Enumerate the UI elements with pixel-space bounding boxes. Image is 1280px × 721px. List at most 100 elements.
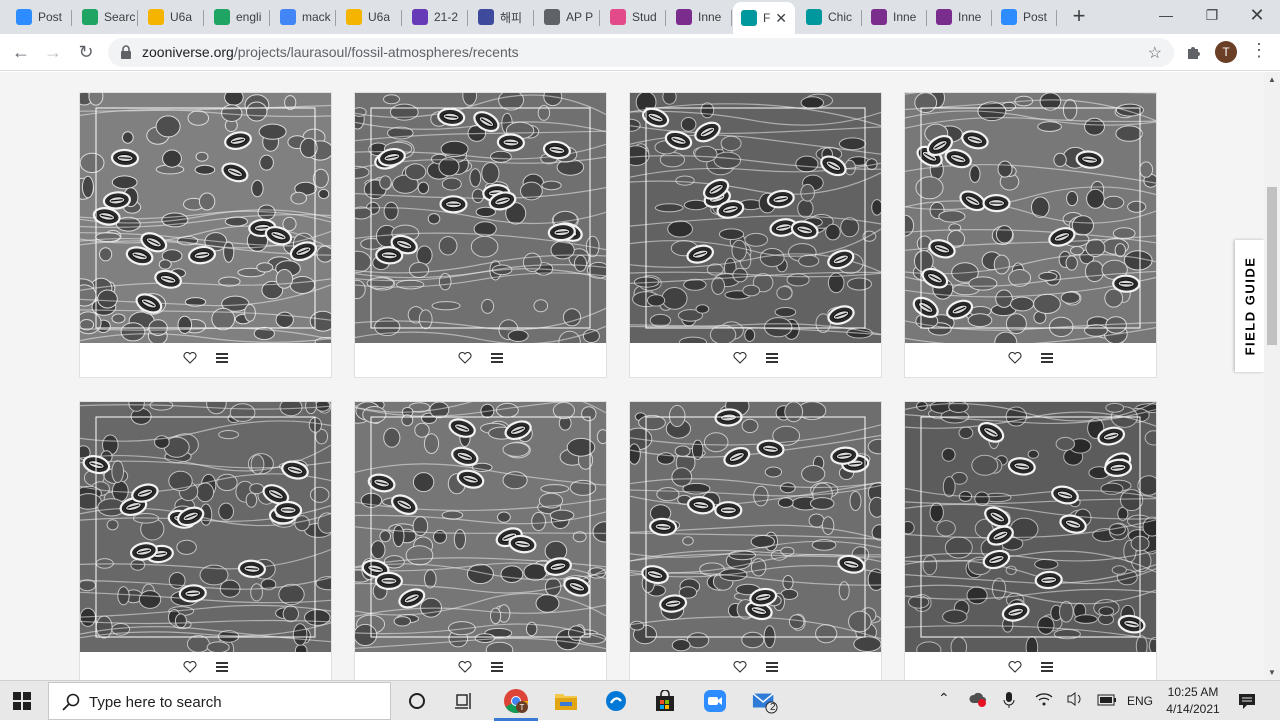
search-placeholder: Type here to search bbox=[89, 694, 222, 711]
browser-tab[interactable]: U6a bbox=[338, 3, 402, 31]
subject-actions bbox=[355, 349, 606, 373]
cortana-icon[interactable] bbox=[404, 688, 430, 714]
new-tab-button[interactable]: + bbox=[1066, 4, 1092, 30]
favorite-heart-icon[interactable] bbox=[731, 658, 749, 676]
microphone-icon[interactable] bbox=[1003, 691, 1015, 712]
browser-tab[interactable]: AP P bbox=[536, 3, 600, 31]
browser-tab[interactable]: Chic bbox=[798, 3, 862, 31]
page-scrollbar[interactable]: ▲ ▼ bbox=[1264, 72, 1280, 680]
minimize-button[interactable]: — bbox=[1143, 0, 1189, 30]
leaf-micrograph-image[interactable] bbox=[80, 402, 331, 652]
favorite-heart-icon[interactable] bbox=[731, 349, 749, 367]
browser-tab[interactable]: 해피 bbox=[470, 3, 534, 31]
bowtie-icon bbox=[610, 9, 626, 25]
add-to-collection-icon[interactable] bbox=[1038, 349, 1056, 367]
subject-card[interactable] bbox=[904, 92, 1157, 378]
input-language[interactable]: ENG bbox=[1127, 694, 1153, 708]
edge-icon[interactable] bbox=[603, 688, 629, 714]
browser-tab[interactable]: Inne bbox=[863, 3, 927, 31]
forward-button[interactable]: → bbox=[41, 40, 65, 64]
close-window-button[interactable]: ✕ bbox=[1234, 0, 1280, 30]
browser-tab[interactable]: Post bbox=[8, 3, 72, 31]
tab-label: Chic bbox=[828, 10, 852, 24]
add-to-collection-icon[interactable] bbox=[213, 349, 231, 367]
favorite-heart-icon[interactable] bbox=[181, 349, 199, 367]
u-icon bbox=[478, 9, 494, 25]
add-to-collection-icon[interactable] bbox=[763, 658, 781, 676]
browser-tab[interactable]: Stud bbox=[602, 3, 666, 31]
leaf-micrograph-image[interactable] bbox=[905, 402, 1156, 652]
browser-tab[interactable]: mack bbox=[272, 3, 336, 31]
subject-card[interactable] bbox=[904, 401, 1157, 680]
tab-label: Searc bbox=[104, 10, 135, 24]
close-tab-icon[interactable]: ✕ bbox=[775, 10, 787, 27]
windows-start-icon[interactable] bbox=[13, 692, 31, 710]
system-clock[interactable]: 10:25 AM 4/14/2021 bbox=[1160, 684, 1226, 718]
task-view-icon[interactable] bbox=[451, 688, 477, 714]
favorite-heart-icon[interactable] bbox=[456, 349, 474, 367]
leaf-micrograph-image[interactable] bbox=[355, 93, 606, 343]
notifications-icon[interactable] bbox=[1238, 692, 1256, 710]
add-to-collection-icon[interactable] bbox=[488, 658, 506, 676]
reload-button[interactable]: ↻ bbox=[74, 40, 98, 64]
bookmark-star-icon[interactable]: ☆ bbox=[1148, 43, 1162, 63]
scroll-down-arrow-icon[interactable]: ▼ bbox=[1268, 668, 1276, 677]
restore-button[interactable]: ❐ bbox=[1189, 0, 1235, 30]
show-hidden-icons-chevron-icon[interactable]: ⌃ bbox=[938, 690, 950, 707]
add-to-collection-icon[interactable] bbox=[488, 349, 506, 367]
tab-separator bbox=[203, 10, 204, 26]
volume-icon[interactable] bbox=[1066, 691, 1084, 710]
back-button[interactable]: ← bbox=[9, 40, 33, 64]
leaf-micrograph-image[interactable] bbox=[905, 93, 1156, 343]
browser-tab[interactable]: Searc bbox=[74, 3, 138, 31]
field-guide-tab[interactable]: FIELD GUIDE bbox=[1235, 240, 1264, 372]
file-explorer-icon[interactable] bbox=[553, 688, 579, 714]
browser-tab[interactable]: Post bbox=[993, 3, 1057, 31]
favorite-heart-icon[interactable] bbox=[181, 658, 199, 676]
add-to-collection-icon[interactable] bbox=[213, 658, 231, 676]
browser-menu-icon[interactable]: ⋮ bbox=[1250, 40, 1266, 61]
extensions-puzzle-icon[interactable] bbox=[1184, 42, 1204, 62]
address-bar[interactable]: zooniverse.org/projects/laurasoul/fossil… bbox=[108, 38, 1174, 67]
subject-card[interactable] bbox=[354, 92, 607, 378]
subject-card[interactable] bbox=[629, 92, 882, 378]
leaf-micrograph-image[interactable] bbox=[80, 93, 331, 343]
browser-tab[interactable]: 21-2 bbox=[404, 3, 468, 31]
inner-icon bbox=[871, 9, 887, 25]
favorite-heart-icon[interactable] bbox=[456, 658, 474, 676]
add-to-collection-icon[interactable] bbox=[763, 349, 781, 367]
browser-tab[interactable]: U6a bbox=[140, 3, 204, 31]
subject-card[interactable] bbox=[79, 92, 332, 378]
tab-separator bbox=[861, 10, 862, 26]
scroll-up-arrow-icon[interactable]: ▲ bbox=[1268, 75, 1276, 84]
browser-tab[interactable]: Inne bbox=[668, 3, 732, 31]
zoom-app-icon[interactable] bbox=[702, 688, 728, 714]
favorite-heart-icon[interactable] bbox=[1006, 349, 1024, 367]
subject-card[interactable] bbox=[354, 401, 607, 680]
zooniverse-icon bbox=[741, 10, 757, 26]
browser-tab[interactable]: F✕ bbox=[733, 2, 795, 34]
leaf-micrograph-image[interactable] bbox=[630, 402, 881, 652]
add-to-collection-icon[interactable] bbox=[1038, 658, 1056, 676]
cloud-sync-icon[interactable] bbox=[968, 691, 988, 710]
subject-card[interactable] bbox=[629, 401, 882, 680]
chrome-icon[interactable]: T bbox=[503, 688, 529, 714]
mail-icon[interactable]: 2 bbox=[752, 688, 778, 714]
tab-label: AP P bbox=[566, 10, 593, 24]
battery-icon[interactable] bbox=[1097, 694, 1117, 709]
svg-text:T: T bbox=[520, 703, 525, 712]
taskbar-search-box[interactable]: Type here to search bbox=[48, 682, 391, 720]
favorite-heart-icon[interactable] bbox=[1006, 658, 1024, 676]
microsoft-store-icon[interactable] bbox=[652, 688, 678, 714]
subject-card[interactable] bbox=[79, 401, 332, 680]
wifi-icon[interactable] bbox=[1035, 692, 1053, 709]
browser-tab[interactable]: Inne bbox=[928, 3, 992, 31]
zooniverse-icon bbox=[806, 9, 822, 25]
leaf-micrograph-image[interactable] bbox=[630, 93, 881, 343]
browser-tab[interactable]: engli bbox=[206, 3, 270, 31]
url-text: zooniverse.org/projects/laurasoul/fossil… bbox=[142, 44, 519, 60]
profile-avatar[interactable]: T bbox=[1215, 41, 1237, 63]
leaf-micrograph-image[interactable] bbox=[355, 402, 606, 652]
tab-separator bbox=[533, 10, 534, 26]
scrollbar-thumb[interactable] bbox=[1267, 187, 1277, 345]
